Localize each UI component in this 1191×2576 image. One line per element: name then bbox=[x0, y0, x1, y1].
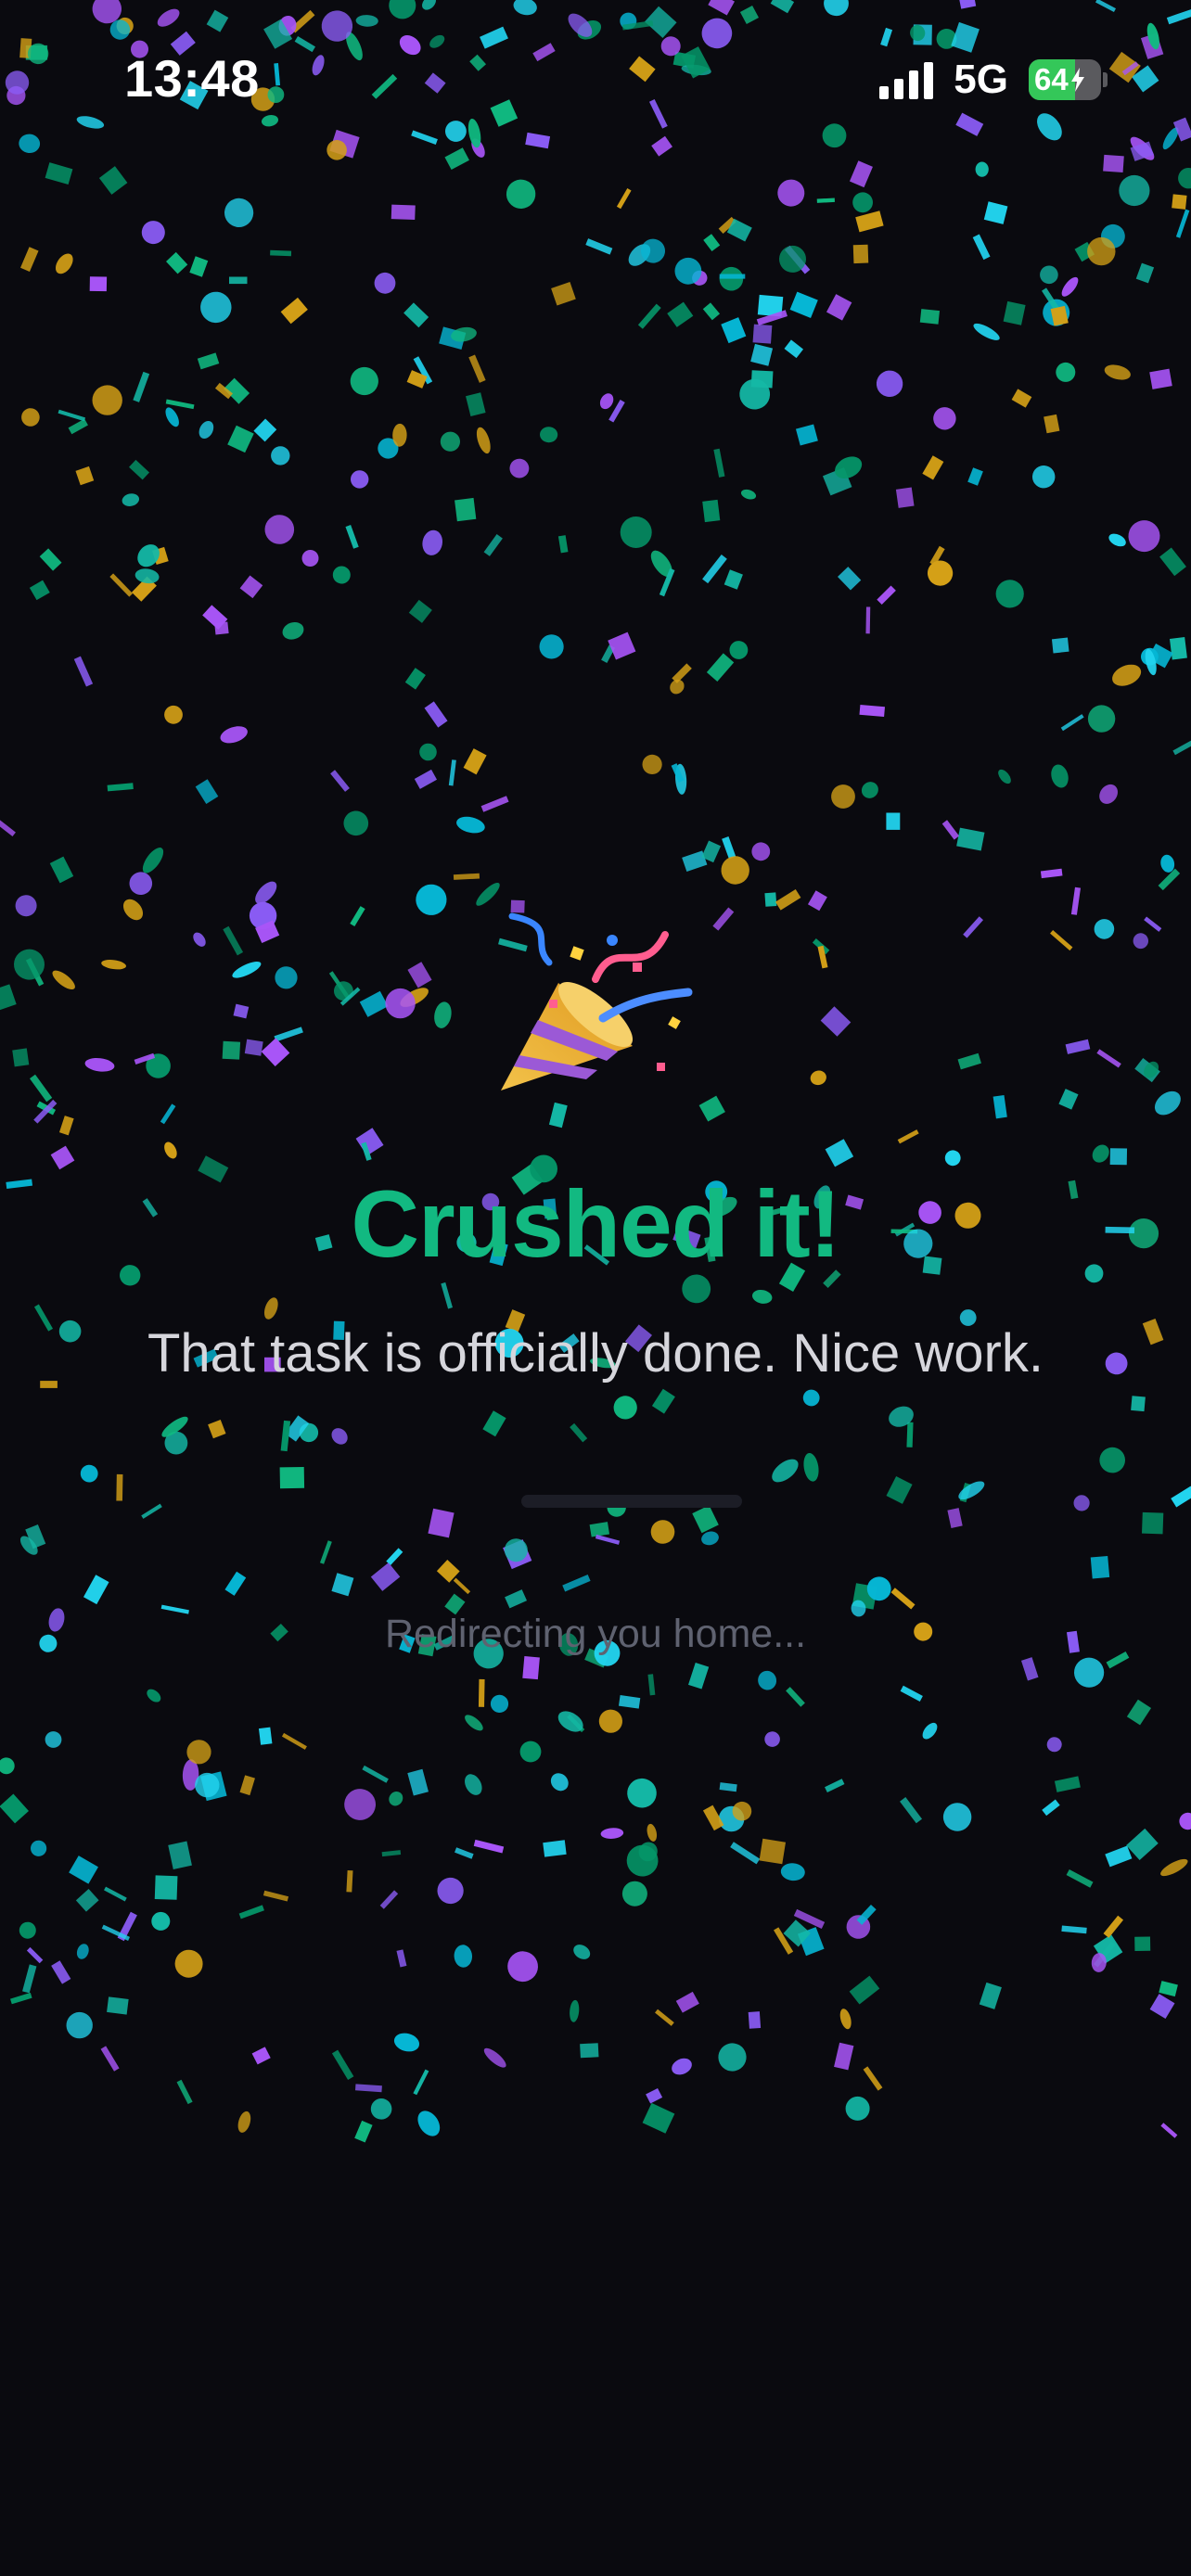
cellular-signal-icon bbox=[879, 60, 934, 99]
status-time: 13:48 bbox=[124, 49, 260, 108]
status-bar: 13:48 5G 64 bbox=[0, 0, 1191, 158]
redirect-status-text: Redirecting you home... bbox=[384, 1612, 807, 1656]
battery-icon: 64 bbox=[1029, 59, 1108, 100]
party-popper-icon bbox=[501, 912, 693, 1090]
network-type-label: 5G bbox=[954, 57, 1008, 102]
redirect-progress-bar bbox=[521, 1495, 742, 1508]
charging-bolt-icon bbox=[1070, 68, 1084, 92]
success-message: That task is officially done. Nice work. bbox=[147, 1323, 1044, 1384]
status-indicators: 5G 64 bbox=[879, 54, 1108, 106]
celebration-screen: Crushed it! That task is officially done… bbox=[0, 0, 1191, 2576]
battery-percent: 64 bbox=[1034, 62, 1069, 96]
success-headline: Crushed it! bbox=[351, 1171, 840, 1277]
